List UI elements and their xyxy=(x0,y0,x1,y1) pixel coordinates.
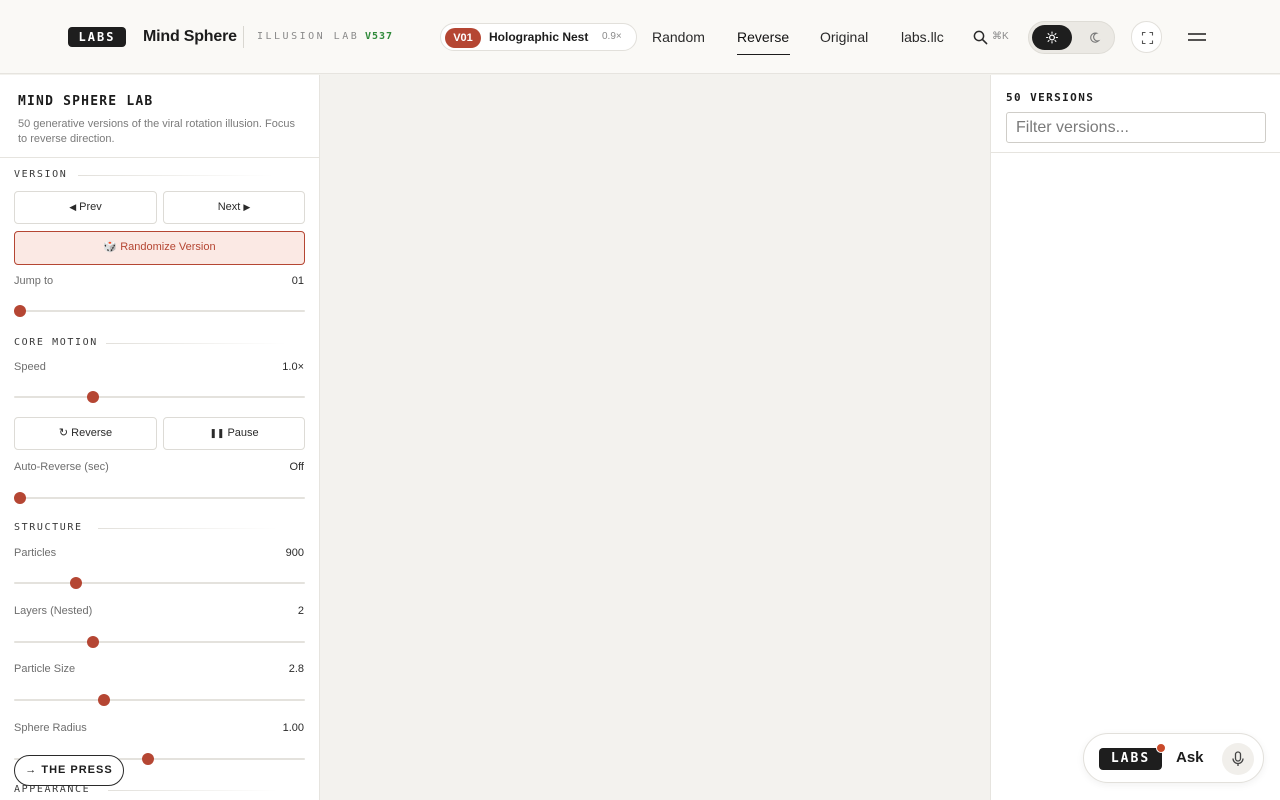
nav-active-underline xyxy=(737,54,790,55)
current-version-pill[interactable]: V01 Holographic Nest 0.9× xyxy=(440,23,637,51)
illusion-canvas[interactable] xyxy=(320,75,990,800)
lab-label: ILLUSION LAB xyxy=(257,31,360,42)
menu-icon[interactable] xyxy=(1184,28,1210,46)
dice-icon: 🎲 xyxy=(103,241,118,253)
section-core-motion-label: CORE MOTION xyxy=(14,337,98,348)
speed-label: Speed xyxy=(14,361,46,373)
particles-slider[interactable] xyxy=(14,577,305,589)
nav-labs-llc[interactable]: labs.llc xyxy=(901,28,944,46)
randomize-label: Randomize Version xyxy=(120,241,216,253)
nav-reverse[interactable]: Reverse xyxy=(737,28,789,46)
sphere-radius-label: Sphere Radius xyxy=(14,722,87,734)
particle-size-value: 2.8 xyxy=(288,663,304,675)
section-version-label: VERSION xyxy=(14,169,68,180)
auto-reverse-value: Off xyxy=(289,461,304,473)
slider-thumb[interactable] xyxy=(14,492,26,504)
next-label: Next xyxy=(217,201,241,213)
section-divider xyxy=(108,790,278,791)
microphone-button[interactable] xyxy=(1222,743,1254,775)
the-press-label: THE PRESS xyxy=(41,764,113,776)
nav-random[interactable]: Random xyxy=(652,28,705,46)
versions-panel: 50 VERSIONS xyxy=(990,75,1280,800)
build-version: V537 xyxy=(365,31,394,42)
fullscreen-icon xyxy=(1141,31,1154,45)
dark-theme-button[interactable] xyxy=(1075,25,1113,50)
ask-labs-logo: LABS xyxy=(1099,748,1162,770)
prev-label: Prev xyxy=(79,201,102,213)
reverse-button[interactable]: ↻ Reverse xyxy=(14,417,157,450)
sun-icon xyxy=(1045,31,1059,44)
next-version-button[interactable]: Next ▶ xyxy=(163,191,305,224)
reverse-label: Reverse xyxy=(71,427,113,439)
panel-title: MIND SPHERE LAB xyxy=(18,94,154,109)
prev-arrow-icon: ◀ xyxy=(69,202,77,212)
ask-widget[interactable]: LABS Ask xyxy=(1083,733,1264,783)
slider-track xyxy=(14,699,305,701)
control-panel-header: MIND SPHERE LAB 50 generative versions o… xyxy=(0,75,319,158)
particles-value: 900 xyxy=(285,547,304,559)
pause-label: Pause xyxy=(227,427,259,439)
jump-to-label: Jump to xyxy=(14,275,54,287)
ask-label: Ask xyxy=(1176,749,1204,766)
slider-track xyxy=(14,310,305,312)
prev-version-button[interactable]: ◀ Prev xyxy=(14,191,157,224)
pause-button[interactable]: ❚❚ Pause xyxy=(163,417,305,450)
particle-size-slider[interactable] xyxy=(14,694,305,706)
layers-value: 2 xyxy=(297,605,304,617)
layers-label: Layers (Nested) xyxy=(14,605,93,617)
slider-thumb[interactable] xyxy=(86,636,99,648)
fullscreen-button[interactable] xyxy=(1131,21,1162,53)
speed-slider[interactable] xyxy=(14,391,305,403)
labs-logo[interactable]: LABS xyxy=(68,27,126,47)
theme-toggle[interactable] xyxy=(1028,21,1115,54)
version-speed: 0.9× xyxy=(602,31,622,42)
section-structure-label: STRUCTURE xyxy=(14,522,83,533)
arrow-right-icon: → xyxy=(25,764,38,776)
slider-track xyxy=(14,497,305,499)
light-theme-button[interactable] xyxy=(1032,25,1072,50)
versions-count-title: 50 VERSIONS xyxy=(1006,91,1095,104)
slider-thumb[interactable] xyxy=(86,391,99,403)
layers-slider[interactable] xyxy=(14,636,305,648)
slider-thumb[interactable] xyxy=(14,305,26,317)
particle-size-label: Particle Size xyxy=(14,663,76,675)
jump-to-slider[interactable] xyxy=(14,305,305,317)
microphone-icon xyxy=(1232,751,1244,766)
randomize-version-button[interactable]: 🎲 Randomize Version xyxy=(14,231,305,265)
next-arrow-icon: ▶ xyxy=(243,202,251,212)
title-divider xyxy=(243,26,244,48)
slider-track xyxy=(14,582,305,584)
slider-track xyxy=(14,396,305,398)
version-name: Holographic Nest xyxy=(489,30,589,44)
top-bar: LABS Mind Sphere ILLUSION LAB V537 V01 H… xyxy=(0,0,1280,74)
version-badge: V01 xyxy=(445,28,481,48)
filter-versions-input[interactable] xyxy=(1006,112,1266,143)
section-divider xyxy=(106,343,286,344)
section-divider xyxy=(98,528,278,529)
the-press-button[interactable]: → THE PRESS xyxy=(14,755,124,786)
search-shortcut: ⌘K xyxy=(992,31,1009,42)
panel-description: 50 generative versions of the viral rota… xyxy=(18,118,295,145)
slider-thumb[interactable] xyxy=(97,694,110,706)
slider-thumb[interactable] xyxy=(142,753,155,765)
slider-thumb[interactable] xyxy=(69,577,82,589)
reverse-icon: ↻ xyxy=(58,427,69,439)
app-title: Mind Sphere xyxy=(143,28,237,45)
notification-dot xyxy=(1156,743,1166,753)
speed-value: 1.0× xyxy=(282,361,304,373)
versions-panel-header: 50 VERSIONS xyxy=(991,75,1280,153)
jump-to-value: 01 xyxy=(291,275,304,287)
moon-icon xyxy=(1090,32,1101,43)
sphere-radius-value: 1.00 xyxy=(282,722,304,734)
control-panel: MIND SPHERE LAB 50 generative versions o… xyxy=(0,75,320,800)
auto-reverse-slider[interactable] xyxy=(14,492,305,504)
auto-reverse-label: Auto-Reverse (sec) xyxy=(14,461,109,473)
pause-icon: ❚❚ xyxy=(209,428,225,438)
nav-original[interactable]: Original xyxy=(820,28,868,46)
section-divider xyxy=(78,175,273,176)
slider-track xyxy=(14,641,305,643)
search-icon[interactable] xyxy=(973,30,988,45)
particles-label: Particles xyxy=(14,547,57,559)
